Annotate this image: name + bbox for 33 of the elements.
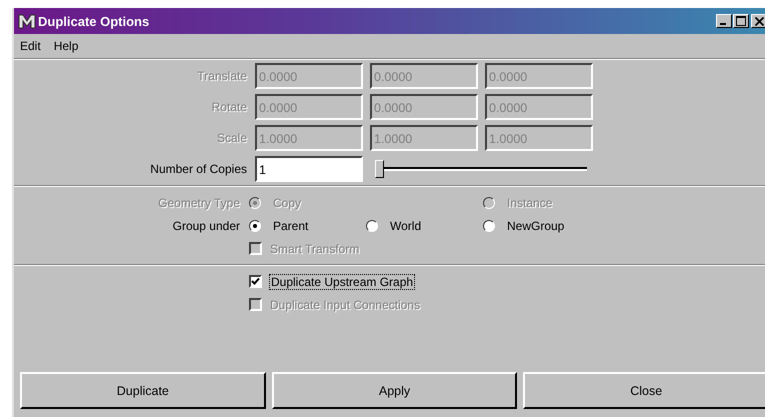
close-button[interactable] (751, 14, 765, 28)
check-icon (251, 277, 260, 286)
field-label: Number of Copies (149, 162, 248, 176)
radio-label: Copy (273, 196, 302, 210)
radio-label: Instance (507, 196, 552, 210)
minimize-button[interactable] (716, 14, 732, 28)
close-icon (754, 16, 764, 26)
field-label: Translate (196, 69, 248, 83)
radio-button[interactable] (249, 220, 261, 232)
radio-label: NewGroup (507, 218, 564, 232)
radio-group-label: Group under (172, 218, 241, 232)
radio-button[interactable] (483, 220, 495, 232)
maximize-icon (736, 16, 746, 26)
checkbox[interactable] (249, 275, 262, 288)
field-label: Rotate (210, 100, 248, 114)
dialog-button[interactable]: Apply (272, 372, 518, 409)
checkbox-label: Smart Transform (270, 242, 360, 256)
maximize-button[interactable] (733, 14, 749, 28)
dialog-button[interactable]: Close (523, 372, 765, 409)
menu-item[interactable]: Help (54, 39, 78, 53)
radio-group-label: Geometry Type (157, 196, 241, 210)
checkbox-label: Duplicate Input Connections (270, 298, 420, 312)
radio-label: Parent (273, 218, 308, 232)
menu-item[interactable]: Edit (20, 39, 41, 53)
app-logo-icon (18, 13, 36, 29)
dialog-button[interactable]: Duplicate (20, 372, 266, 409)
checkbox-label: Duplicate Upstream Graph (270, 274, 414, 288)
radio-label: World (390, 218, 422, 232)
window-title: Duplicate Options (38, 14, 150, 28)
field-label: Scale (216, 131, 248, 145)
number-field[interactable]: 1 (255, 156, 363, 182)
radio-button[interactable] (366, 220, 378, 232)
slider-thumb[interactable] (375, 160, 384, 178)
